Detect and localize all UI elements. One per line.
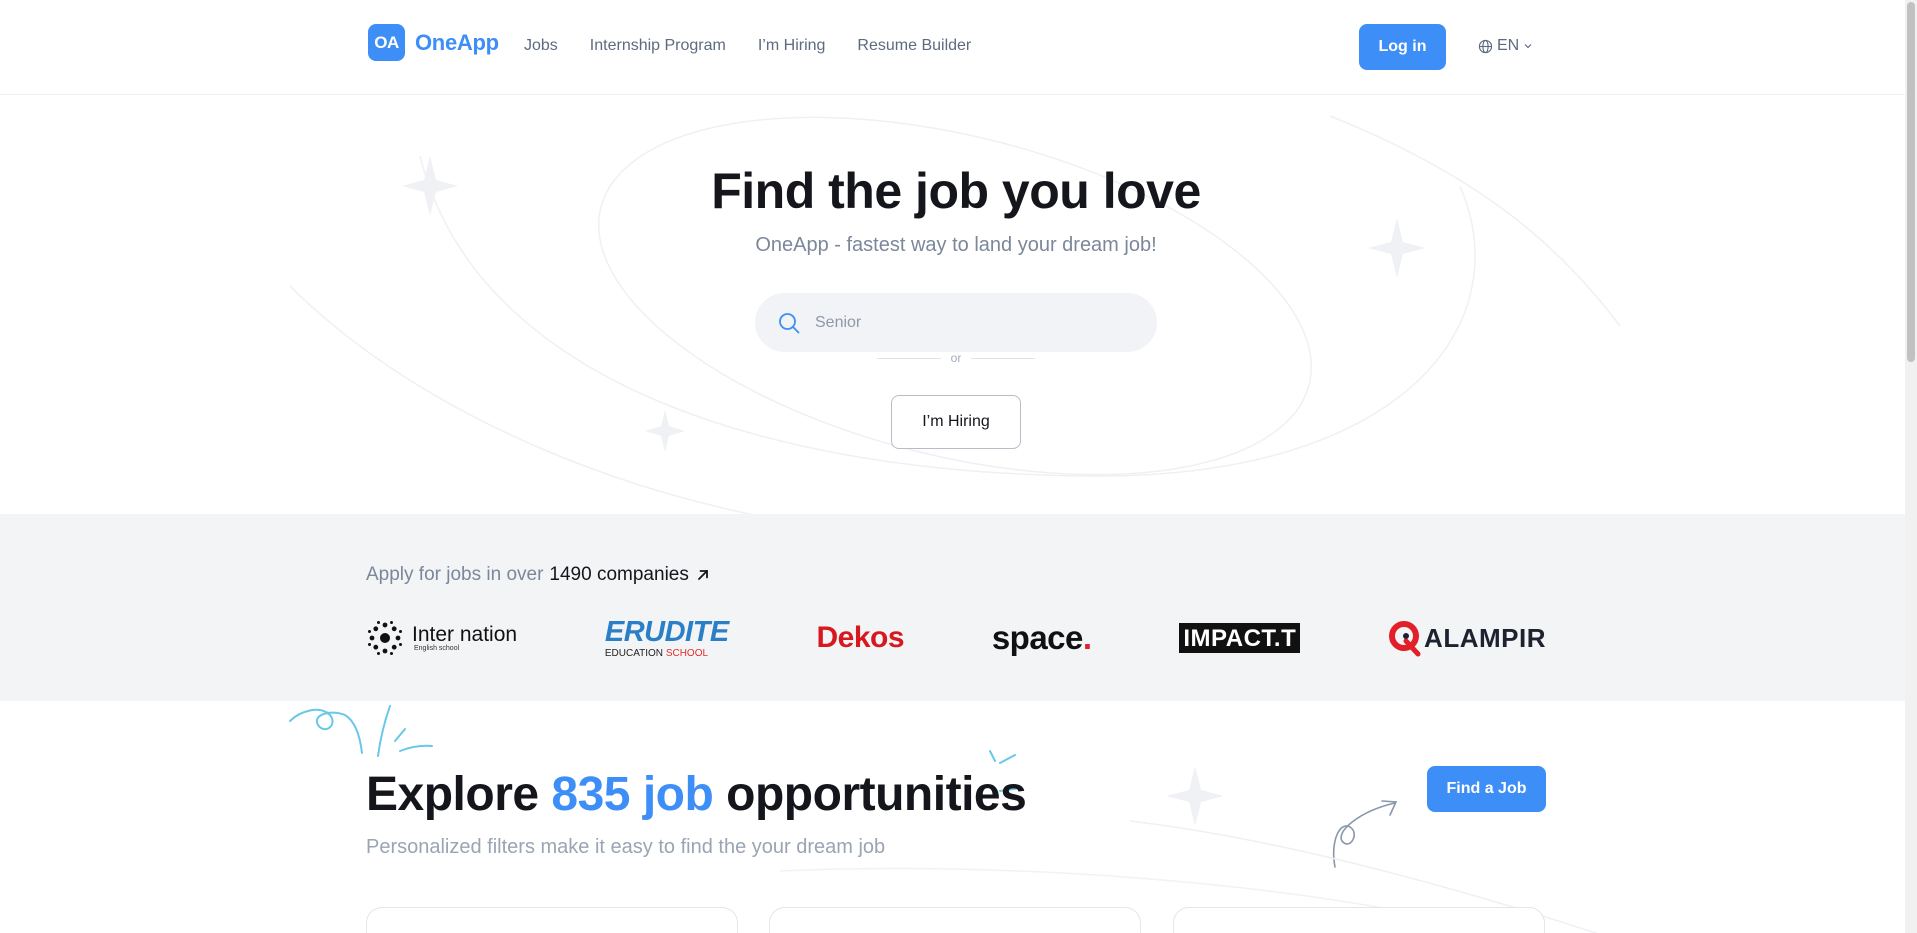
divider-line-right — [971, 357, 1036, 359]
oneapp-logo[interactable]: OA OneApp — [368, 24, 499, 61]
top-navbar: OA OneApp Jobs Internship Program I’m Hi… — [0, 0, 1905, 95]
explore-subtitle: Personalized filters make it easy to fin… — [366, 836, 886, 858]
login-button[interactable]: Log in — [1359, 24, 1446, 70]
chevron-down-icon — [1524, 44, 1532, 49]
nav-link-im-hiring[interactable]: I’m Hiring — [758, 37, 826, 55]
job-category-card[interactable] — [769, 907, 1141, 933]
impact-name: IMPACT.T — [1179, 623, 1301, 653]
job-search-input[interactable] — [815, 313, 1115, 332]
language-label: EN — [1497, 37, 1520, 54]
hero-subtitle: OneApp - fastest way to land your dream … — [755, 234, 1157, 256]
language-selector[interactable]: EN — [1478, 37, 1533, 55]
space-name: space — [991, 619, 1084, 656]
nav-link-internship-program[interactable]: Internship Program — [590, 37, 726, 55]
companies-section: Apply for jobs in over 1490 companies In… — [0, 514, 1905, 701]
job-category-card[interactable] — [366, 907, 738, 933]
companies-count: 1490 companies — [549, 564, 689, 585]
dekos-name: Dekos — [816, 621, 905, 654]
erudite-tagline-b: SCHOOL — [665, 647, 709, 659]
erudite-tagline: EDUCATION SCHOOL — [604, 647, 709, 659]
globe-icon — [1478, 39, 1493, 53]
inter-nation-tagline: English school — [414, 645, 460, 652]
companies-link[interactable]: Apply for jobs in over 1490 companies — [366, 564, 711, 586]
company-logo-impact[interactable]: IMPACT.T — [1179, 614, 1301, 662]
hero-section: Find the job you love OneApp - fastest w… — [0, 96, 1905, 514]
arrow-up-right-icon — [697, 570, 708, 580]
company-logo-erudite[interactable]: ERUDITE EDUCATION SCHOOL — [605, 614, 729, 662]
job-search-bar[interactable] — [755, 293, 1157, 352]
logo-badge: OA — [368, 24, 405, 61]
find-a-job-button[interactable]: Find a Job — [1427, 766, 1546, 812]
main-nav: Jobs Internship Program I’m Hiring Resum… — [524, 37, 971, 55]
nav-link-jobs[interactable]: Jobs — [524, 37, 558, 55]
job-category-card[interactable] — [1173, 907, 1545, 933]
company-logo-qalampir[interactable]: ALAMPIR — [1388, 614, 1546, 662]
qalampir-emblem-icon — [1389, 621, 1421, 657]
search-icon — [779, 312, 800, 333]
company-logo-inter-nation[interactable]: Inter nation English school — [366, 614, 517, 662]
page-scrollbar[interactable] — [1905, 0, 1917, 933]
or-divider: or — [877, 351, 1036, 365]
qalampir-name: ALAMPIR — [1424, 622, 1546, 653]
erudite-tagline-a: EDUCATION — [604, 647, 664, 659]
explore-title-suffix: opportunities — [726, 768, 1027, 821]
hero-title: Find the job you love — [711, 163, 1201, 219]
nav-link-resume-builder[interactable]: Resume Builder — [857, 37, 971, 55]
company-logo-dekos[interactable]: Dekos — [816, 614, 904, 662]
explore-title: Explore 835 job opportunities — [366, 767, 1027, 822]
inter-nation-name: Inter nation — [412, 623, 518, 646]
or-label: or — [950, 351, 962, 365]
company-logos: Inter nation English school ERUDITE EDUC… — [366, 614, 1546, 662]
logo-text: OneApp — [415, 29, 499, 55]
company-logo-space[interactable]: space. — [992, 614, 1092, 662]
companies-heading-prefix: Apply for jobs in over — [366, 564, 544, 585]
erudite-name: ERUDITE — [604, 615, 729, 648]
explore-title-prefix: Explore — [366, 768, 539, 821]
divider-line-left — [877, 357, 941, 359]
scrollbar-thumb[interactable] — [1907, 2, 1915, 362]
explore-title-highlight: 835 job — [551, 768, 714, 821]
space-dot: . — [1082, 619, 1092, 656]
explore-section: Explore 835 job opportunities Personaliz… — [0, 701, 1905, 933]
inter-nation-emblem-icon — [368, 621, 402, 655]
im-hiring-button[interactable]: I’m Hiring — [891, 395, 1021, 449]
